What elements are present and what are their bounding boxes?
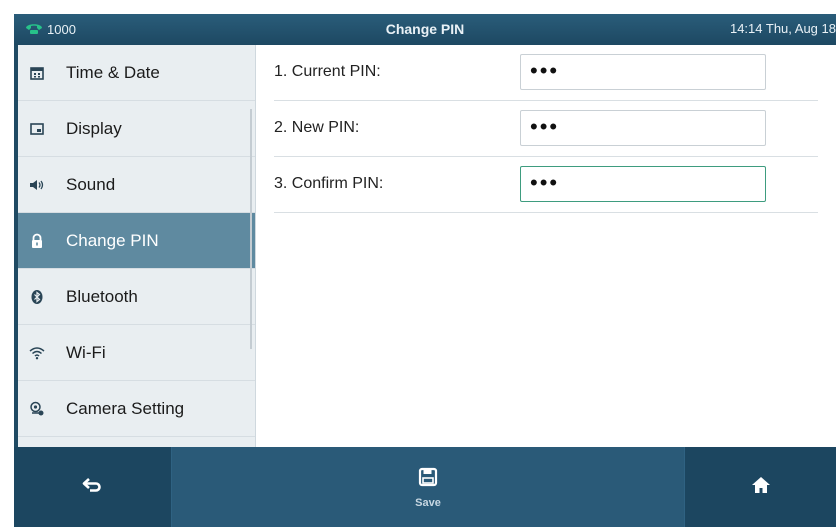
- back-button[interactable]: [14, 447, 170, 527]
- confirm-pin-label: 3. Confirm PIN:: [274, 175, 384, 192]
- sidebar-scrollbar[interactable]: [250, 109, 252, 349]
- softkey-bar: Save: [14, 447, 836, 527]
- save-label: Save: [415, 496, 441, 509]
- speaker-icon: [26, 174, 48, 196]
- new-pin-field[interactable]: •••: [520, 110, 766, 146]
- title-bar: 1000 Change PIN 14:14 Thu, Aug 18: [14, 14, 836, 45]
- confirm-pin-row: 3. Confirm PIN: •••: [274, 157, 818, 213]
- bluetooth-icon: [26, 286, 48, 308]
- new-pin-label: 2. New PIN:: [274, 119, 360, 136]
- save-icon: [417, 466, 439, 493]
- save-button[interactable]: Save: [171, 447, 685, 527]
- confirm-pin-field[interactable]: •••: [520, 166, 766, 202]
- sidebar-item-bluetooth[interactable]: Bluetooth: [18, 269, 255, 325]
- sidebar-item-label: Change PIN: [66, 230, 159, 250]
- lock-icon: [26, 230, 48, 252]
- display-icon: [26, 118, 48, 140]
- sidebar-item-wifi[interactable]: Wi-Fi: [18, 325, 255, 381]
- date-time: 14:14 Thu, Aug 18: [729, 21, 836, 36]
- back-arrow-icon: [81, 474, 103, 501]
- current-pin-label: 1. Current PIN:: [274, 63, 381, 80]
- sidebar-item-label: Camera Setting: [66, 398, 185, 418]
- sidebar-item-label: Bluetooth: [66, 286, 138, 306]
- sidebar-item-change-pin[interactable]: Change PIN: [18, 213, 255, 269]
- sidebar-item-camera-setting[interactable]: Camera Setting: [18, 381, 255, 437]
- current-pin-row: 1. Current PIN: •••: [274, 45, 818, 101]
- page-title: Change PIN: [385, 21, 465, 37]
- settings-sidebar: Time & Date Display Sound Change PIN Blu…: [18, 45, 256, 447]
- new-pin-row: 2. New PIN: •••: [274, 101, 818, 157]
- home-button[interactable]: [686, 447, 836, 527]
- sidebar-item-sound[interactable]: Sound: [18, 157, 255, 213]
- sidebar-item-label: Sound: [66, 174, 116, 194]
- sidebar-item-display[interactable]: Display: [18, 101, 255, 157]
- home-icon: [750, 474, 772, 501]
- current-pin-field[interactable]: •••: [520, 54, 766, 90]
- sidebar-item-time-date[interactable]: Time & Date: [18, 45, 255, 101]
- camera-icon: [26, 398, 48, 420]
- wifi-icon: [26, 342, 48, 364]
- change-pin-form: 1. Current PIN: ••• 2. New PIN: ••• 3. C…: [256, 45, 836, 447]
- sidebar-item-label: Wi-Fi: [66, 342, 106, 362]
- phone-screen: 1000 Change PIN 14:14 Thu, Aug 18 Time &…: [14, 14, 836, 527]
- calendar-icon: [26, 62, 48, 84]
- sidebar-item-label: Time & Date: [66, 62, 160, 82]
- sidebar-item-label: Display: [66, 118, 122, 138]
